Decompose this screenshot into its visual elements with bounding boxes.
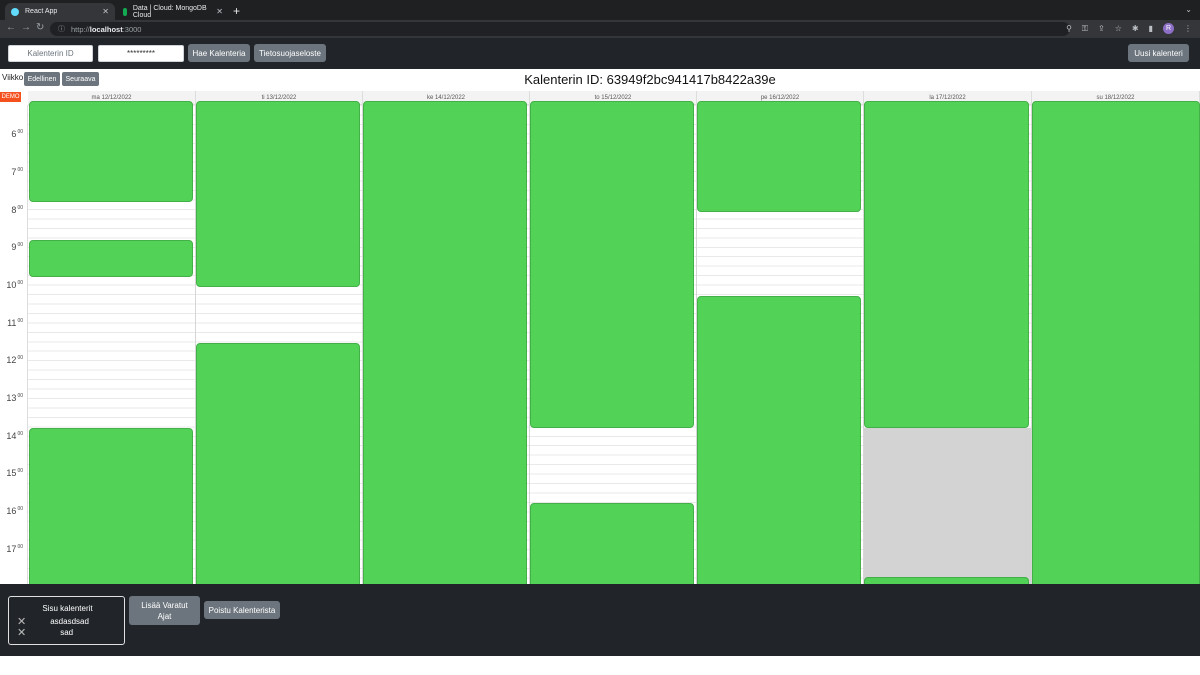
extensions-icon[interactable]: ✱ (1132, 24, 1139, 33)
mongodb-leaf-icon (123, 7, 127, 16)
key-icon[interactable]: ⚿ (1082, 24, 1088, 34)
url-prefix: http:// (71, 24, 90, 34)
calendar-event[interactable] (530, 503, 694, 584)
hour-label: 1700 (6, 544, 23, 554)
calendar-event[interactable] (29, 240, 193, 277)
password-input[interactable]: ********* (98, 45, 184, 62)
fetch-calendar-button[interactable]: Hae Kalenteria (188, 44, 250, 62)
time-gutter: 600 700 800 900 1000 1100 1200 1300 1400… (0, 105, 28, 584)
calendar-event[interactable] (363, 101, 527, 584)
hour-label: 1500 (6, 468, 23, 478)
share-icon[interactable]: ⇪ (1098, 24, 1105, 33)
hour-label: 1600 (6, 506, 23, 516)
calendars-box: Sisu kalenterit ✕ asdasdsad ✕ sad (8, 596, 125, 645)
bookmark-star-icon[interactable]: ☆ (1115, 24, 1122, 33)
calendar-name[interactable]: asdasdsad (50, 617, 89, 626)
url-host: localhost (89, 24, 123, 34)
calendar-event[interactable] (1032, 101, 1200, 584)
calendar-event[interactable] (29, 101, 193, 202)
reload-icon[interactable]: ↻ (36, 22, 44, 33)
zoom-icon[interactable]: ⚲ (1066, 24, 1072, 33)
calendar-grid (28, 101, 1200, 584)
unavailable-slot (864, 428, 1031, 584)
calendar-id-input[interactable]: Kalenterin ID (8, 45, 93, 62)
footer-panel: Sisu kalenterit ✕ asdasdsad ✕ sad Lisää … (0, 584, 1200, 656)
react-favicon-icon (11, 7, 19, 16)
hour-label: 1300 (6, 393, 23, 403)
remove-calendar-icon[interactable]: ✕ (17, 627, 26, 638)
week-calendar: DEMO ma 12/12/2022 ti 13/12/2022 ke 14/1… (0, 91, 1200, 584)
close-tab-icon[interactable]: ✕ (216, 7, 223, 16)
browser-tabbar: React App ✕ Data | Cloud: MongoDB Cloud … (0, 0, 1200, 20)
calendar-title: Kalenterin ID: 63949f2bc941417b8422a39e (524, 72, 776, 87)
new-tab-icon[interactable]: + (233, 4, 240, 18)
calendar-name[interactable]: sad (60, 628, 73, 637)
calendar-event[interactable] (697, 296, 861, 584)
close-tab-icon[interactable]: ✕ (102, 7, 109, 16)
tab-search-icon[interactable]: ⌄ (1185, 5, 1192, 14)
calendar-list-item: ✕ asdasdsad (17, 616, 89, 627)
calendar-event[interactable] (196, 343, 360, 584)
calendar-list-item: ✕ sad (17, 627, 73, 638)
demo-badge: DEMO (0, 92, 21, 102)
url-field[interactable]: ⓘ http:// localhost :3000 (50, 22, 1070, 36)
back-icon[interactable]: ← (6, 22, 16, 33)
calendar-event[interactable] (196, 101, 360, 287)
sidepanel-icon[interactable]: ▮ (1149, 24, 1153, 33)
hour-label: 1100 (7, 318, 23, 328)
calendar-event[interactable] (29, 428, 193, 584)
calendar-event[interactable] (697, 101, 861, 212)
remove-calendar-icon[interactable]: ✕ (17, 616, 26, 627)
browser-tab-react-app[interactable]: React App ✕ (5, 3, 115, 20)
calendar-event[interactable] (530, 101, 694, 428)
hour-label: 800 (11, 205, 23, 215)
hour-label: 1000 (6, 280, 23, 290)
tab-title: React App (25, 8, 58, 15)
privacy-policy-button[interactable]: Tietosuojaseloste (254, 44, 326, 62)
calendar-event[interactable] (864, 577, 1029, 584)
hour-label: 700 (11, 167, 23, 177)
calendar-event[interactable] (864, 101, 1029, 428)
browser-tab-mongodb[interactable]: Data | Cloud: MongoDB Cloud ✕ (117, 3, 229, 20)
new-calendar-button[interactable]: Uusi kalenteri (1128, 44, 1189, 62)
browser-addressbar: ← → ↻ ⓘ http:// localhost :3000 ⚲ ⚿ ⇪ ☆ … (0, 20, 1200, 38)
add-booked-times-button[interactable]: Lisää Varatut Ajat (129, 596, 200, 625)
hour-label: 1400 (6, 431, 23, 441)
url-port: :3000 (122, 24, 142, 34)
tab-title: Data | Cloud: MongoDB Cloud (132, 4, 207, 19)
browser-toolbar-icons: ⚲ ⚿ ⇪ ☆ ✱ ▮ R ⋮ (1066, 23, 1192, 34)
app-header: Kalenterin ID ********* Hae Kalenteria T… (0, 38, 1200, 69)
hour-label: 900 (11, 242, 23, 252)
hour-label: 600 (11, 129, 23, 139)
hour-label: 1200 (6, 355, 23, 365)
site-info-icon[interactable]: ⓘ (58, 24, 65, 34)
profile-avatar[interactable]: R (1163, 23, 1174, 34)
menu-kebab-icon[interactable]: ⋮ (1184, 24, 1192, 33)
leave-calendar-button[interactable]: Poistu Kalenterista (204, 601, 280, 619)
forward-icon[interactable]: → (21, 22, 31, 33)
calendars-box-title: Sisu kalenterit (42, 604, 93, 613)
